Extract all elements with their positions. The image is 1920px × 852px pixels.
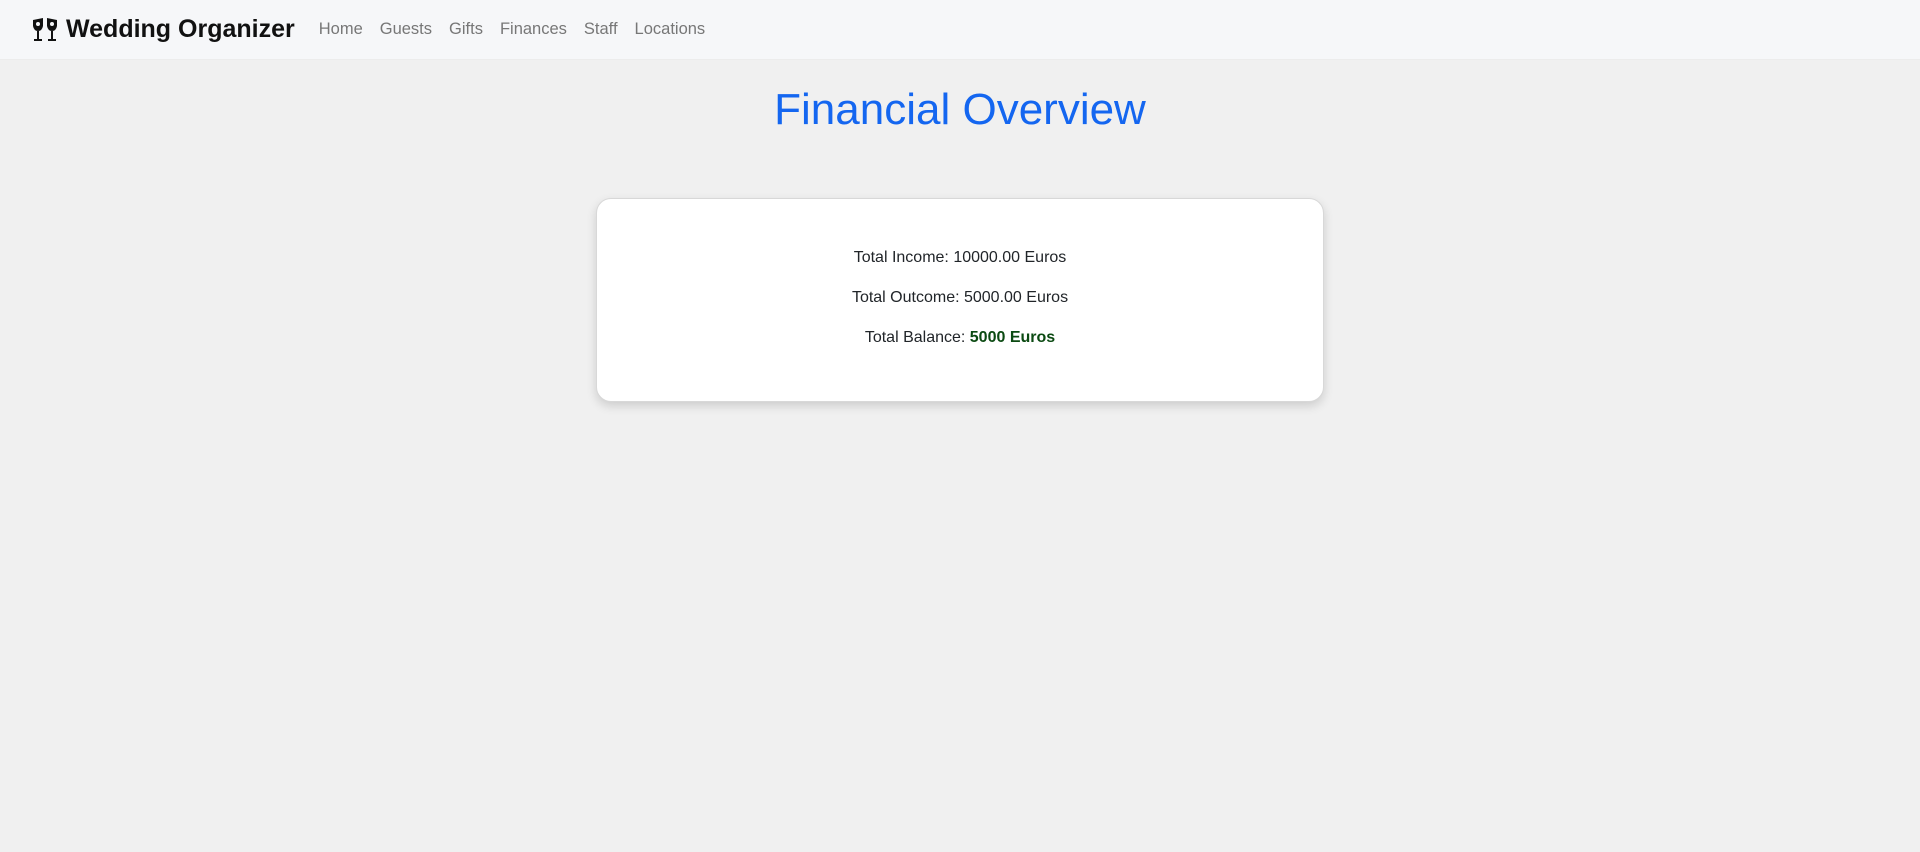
clinking-glasses-icon — [30, 16, 60, 44]
financial-summary-card: Total Income: 10000.00 Euros Total Outco… — [596, 198, 1324, 402]
total-balance-label: Total Balance: — [864, 329, 970, 346]
navbar: Wedding Organizer Home Guests Gifts Fina… — [0, 0, 1920, 60]
total-income-label: Total Income: — [853, 249, 954, 266]
nav-link-locations[interactable]: Locations — [635, 20, 706, 39]
nav-link-finances[interactable]: Finances — [500, 20, 567, 39]
brand-name: Wedding Organizer — [66, 15, 295, 43]
nav-link-guests[interactable]: Guests — [380, 20, 432, 39]
nav-link-home[interactable]: Home — [319, 20, 363, 39]
total-income: Total Income: 10000.00 Euros — [597, 249, 1323, 267]
nav-links: Home Guests Gifts Finances Staff Locatio… — [319, 20, 722, 39]
total-outcome-label: Total Outcome: — [851, 289, 964, 306]
total-outcome: Total Outcome: 5000.00 Euros — [597, 289, 1323, 307]
card-body: Total Income: 10000.00 Euros Total Outco… — [597, 199, 1323, 347]
total-outcome-value: 5000.00 Euros — [963, 289, 1069, 306]
total-balance-value: 5000 Euros — [969, 329, 1056, 346]
total-income-value: 10000.00 Euros — [953, 249, 1067, 266]
brand-link[interactable]: Wedding Organizer — [30, 15, 295, 44]
nav-link-staff[interactable]: Staff — [584, 20, 618, 39]
nav-link-gifts[interactable]: Gifts — [449, 20, 483, 39]
page-title: Financial Overview — [774, 85, 1146, 134]
total-balance: Total Balance: 5000 Euros — [597, 329, 1323, 347]
